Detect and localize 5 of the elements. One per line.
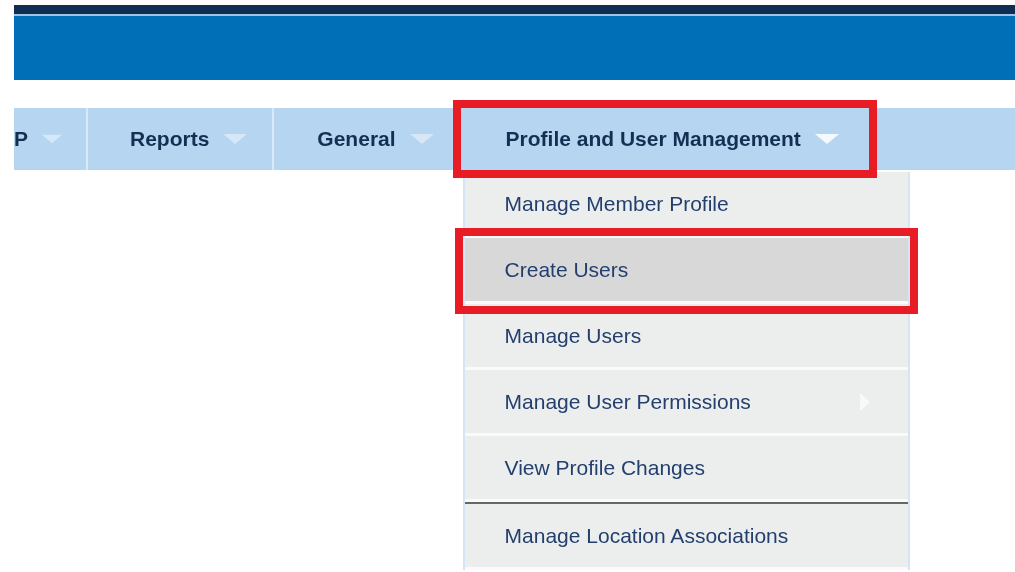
caret-icon: [42, 134, 62, 144]
caret-icon: [223, 134, 248, 144]
caret-icon: [814, 134, 839, 144]
menu-tab[interactable]: P: [14, 108, 88, 170]
caret-icon: [409, 134, 434, 144]
